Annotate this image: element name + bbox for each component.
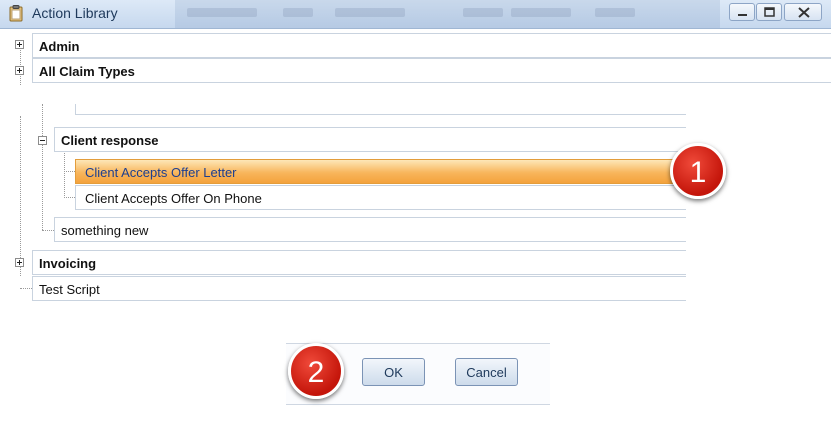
restore-button[interactable] bbox=[756, 3, 782, 21]
tree-connector bbox=[20, 288, 32, 289]
tree-node-all-claim-types[interactable]: All Claim Types bbox=[32, 58, 831, 83]
tree-node-partial bbox=[75, 104, 686, 115]
cancel-button[interactable]: Cancel bbox=[455, 358, 518, 386]
ok-button[interactable]: OK bbox=[362, 358, 425, 386]
minimize-icon bbox=[738, 14, 747, 16]
tree-connector bbox=[64, 197, 75, 198]
tree-node-label: Client Accepts Offer On Phone bbox=[85, 191, 262, 206]
tree-node-admin[interactable]: Admin bbox=[32, 33, 831, 58]
tree-node-invoicing[interactable]: Invoicing bbox=[32, 250, 686, 275]
expand-all-claim-types-icon[interactable] bbox=[15, 66, 24, 75]
tree-node-label: All Claim Types bbox=[39, 64, 135, 79]
tree-node-label: Admin bbox=[39, 39, 80, 54]
tree-node-client-accepts-offer-on-phone[interactable]: Client Accepts Offer On Phone bbox=[75, 185, 686, 210]
tree-node-label: something new bbox=[61, 223, 149, 238]
close-icon bbox=[798, 7, 810, 18]
callout-badge-1: 1 bbox=[670, 143, 726, 199]
callout-badge-2: 2 bbox=[288, 343, 344, 399]
tree-node-label: Test Script bbox=[39, 282, 100, 297]
tree-node-client-accepts-offer-letter[interactable]: Client Accepts Offer Letter bbox=[75, 159, 686, 184]
restore-icon bbox=[764, 7, 775, 17]
tree-connector bbox=[42, 230, 54, 231]
tree-node-something-new[interactable]: something new bbox=[54, 217, 686, 242]
title-bar[interactable]: Action Library bbox=[0, 0, 831, 29]
close-button[interactable] bbox=[784, 3, 822, 21]
expand-admin-icon[interactable] bbox=[15, 40, 24, 49]
collapse-client-response-icon[interactable] bbox=[38, 136, 47, 145]
tree-connector bbox=[20, 116, 21, 276]
tree-node-label: Invoicing bbox=[39, 256, 97, 271]
tree-node-client-response[interactable]: Client response bbox=[54, 127, 686, 152]
minimize-button[interactable] bbox=[729, 3, 755, 21]
tree-connector bbox=[42, 104, 43, 230]
tree-node-label: Client Accepts Offer Letter bbox=[85, 165, 237, 180]
window-title: Action Library bbox=[32, 5, 118, 21]
expand-invoicing-icon[interactable] bbox=[15, 258, 24, 267]
tree-connector bbox=[64, 146, 65, 198]
tree-node-test-script[interactable]: Test Script bbox=[32, 276, 686, 301]
tree-node-label: Client response bbox=[61, 133, 159, 148]
background-window-toolbar bbox=[175, 0, 720, 28]
tree-connector bbox=[64, 171, 75, 172]
clipboard-icon bbox=[9, 5, 23, 22]
